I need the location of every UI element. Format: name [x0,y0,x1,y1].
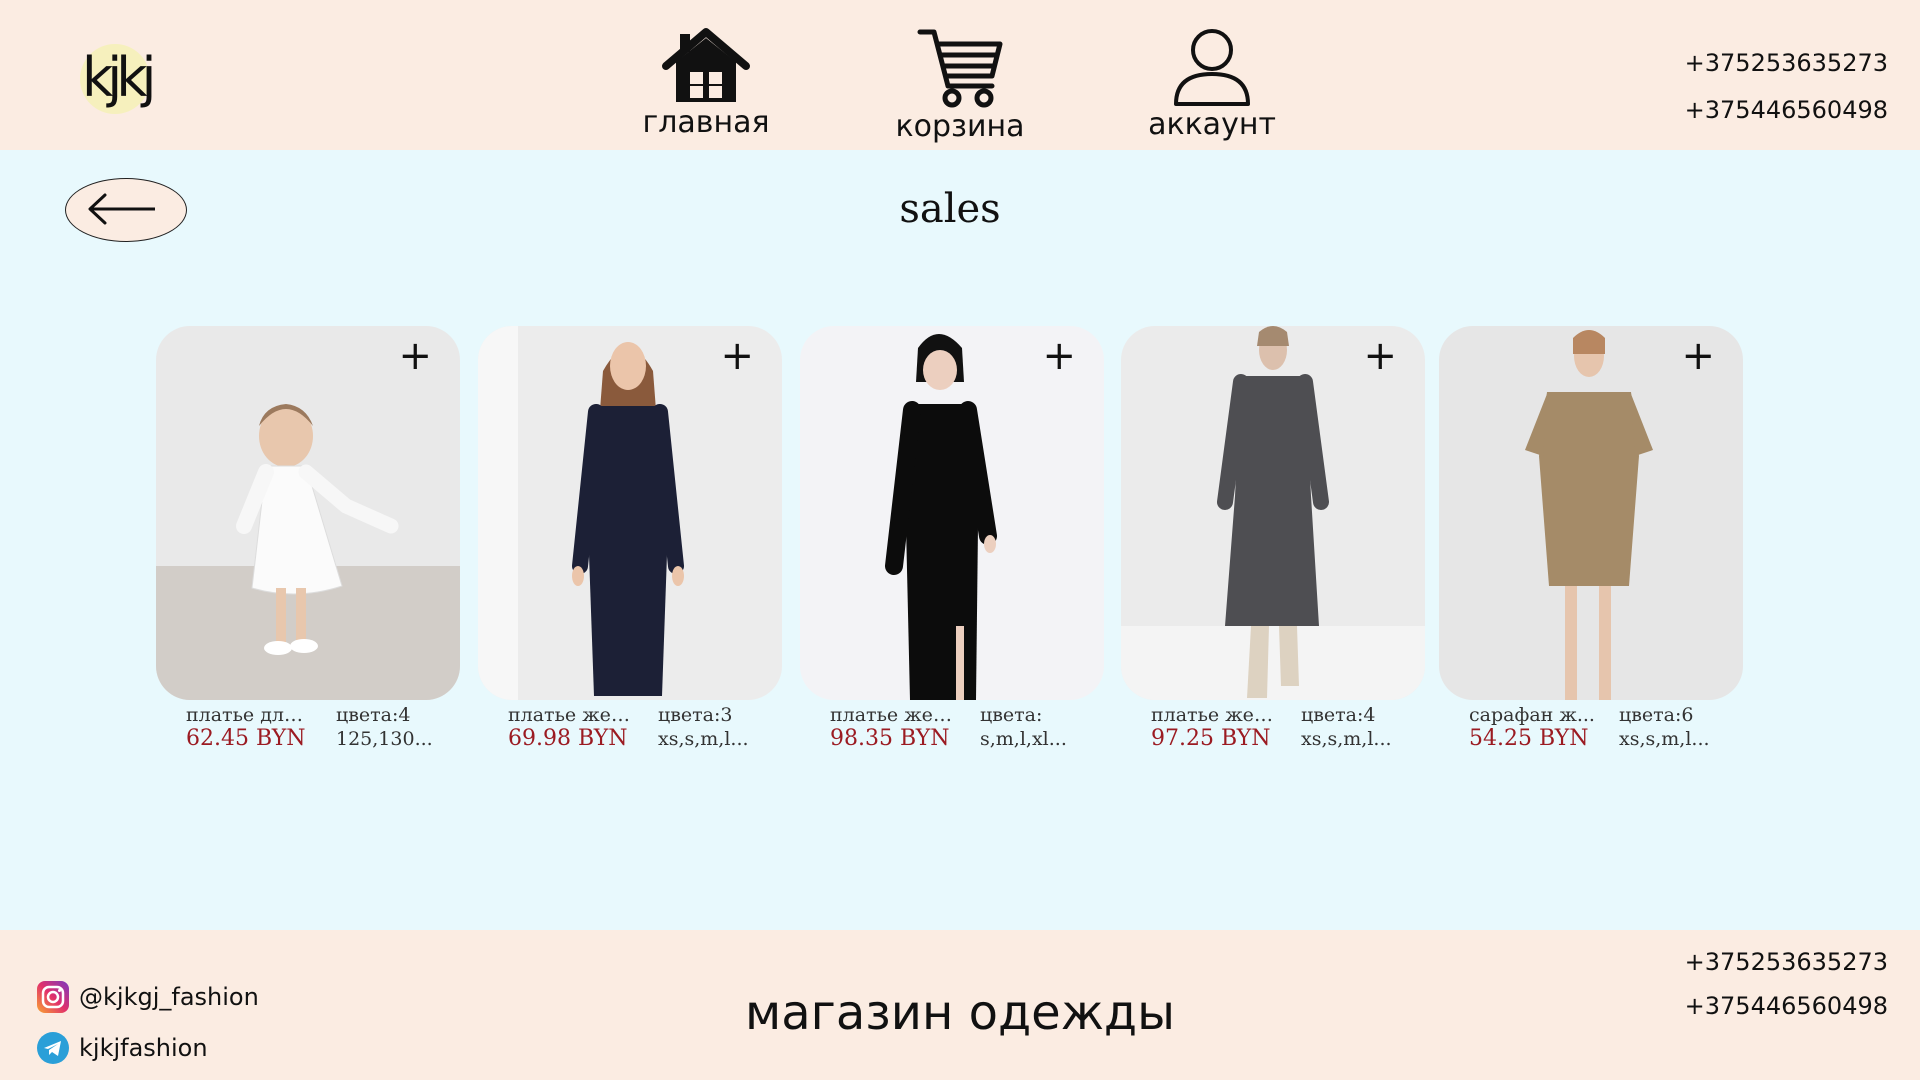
logo-text: kjkj [82,46,157,109]
header-phone-1[interactable]: +375253635273 [1658,40,1888,87]
product-image[interactable] [1439,326,1743,700]
nav-cart-label: корзина [895,109,1025,144]
page-title: sales [899,186,1001,232]
plus-icon[interactable]: + [1681,336,1715,376]
home-icon [662,28,750,102]
instagram-handle: @kjkgj_fashion [79,983,259,1011]
product-colors: цвета: [980,704,1043,726]
product-name: платье жен... [830,704,958,726]
footer: @kjkgj_fashion kjkjfashion магазин одежд… [0,930,1920,1080]
header: kjkj главная корзина аккаунт +3752536352… [0,0,1920,150]
product-price: 97.25 BYN [1151,726,1271,751]
product-name: платье жен... [508,704,636,726]
product-price: 62.45 BYN [186,726,306,751]
product-sizes: xs,s,m,l... [658,728,749,750]
beige-dress-photo [1439,326,1743,700]
plus-icon[interactable]: + [398,336,432,376]
product-colors: цвета:3 [658,704,733,726]
product-name: сарафан ж... [1469,704,1595,726]
grey-knit-dress-photo [1121,326,1425,700]
instagram-link[interactable]: @kjkgj_fashion [36,979,259,1015]
white-child-dress-photo [156,326,460,700]
header-phones: +375253635273 +375446560498 [1658,40,1888,134]
nav-home-label: главная [642,105,770,140]
black-long-dress-photo [800,326,1104,700]
product-image[interactable] [478,326,782,700]
telegram-handle: kjkjfashion [79,1034,208,1062]
telegram-icon [37,1032,69,1064]
telegram-link[interactable]: kjkjfashion [36,1030,208,1066]
cart-icon [917,29,1003,108]
product-image[interactable] [800,326,1104,700]
back-button[interactable] [65,178,187,242]
plus-icon[interactable]: + [1363,336,1397,376]
product-colors: цвета:4 [1301,704,1376,726]
product-price: 54.25 BYN [1469,726,1589,751]
plus-icon[interactable]: + [720,336,754,376]
nav-account-label: аккаунт [1148,107,1276,142]
footer-phone-2[interactable]: +375446560498 [1658,984,1888,1028]
product-price: 98.35 BYN [830,726,950,751]
product-card[interactable]: + платье жен... 69.98 BYN цвета:3 xs,s,m… [478,326,782,756]
product-card[interactable]: + платье для... 62.45 BYN цвета:4 125,13… [156,326,460,756]
product-sizes: xs,s,m,l... [1301,728,1392,750]
arrow-left-icon [88,193,155,225]
product-card[interactable]: + платье жен... 98.35 BYN цвета: s,m,l,x… [800,326,1104,756]
product-image[interactable] [156,326,460,700]
header-phone-2[interactable]: +375446560498 [1658,87,1888,134]
nav-account[interactable]: аккаунт [1127,28,1297,142]
product-image[interactable] [1121,326,1425,700]
footer-phones: +375253635273 +375446560498 [1658,940,1888,1028]
logo[interactable]: kjkj [80,44,157,114]
nav-cart[interactable]: корзина [875,28,1045,144]
product-sizes: 125,130... [336,728,433,750]
footer-title: магазин одежды [744,985,1176,1041]
product-card[interactable]: + сарафан ж... 54.25 BYN цвета:6 xs,s,m,… [1439,326,1743,756]
product-sizes: xs,s,m,l... [1619,728,1710,750]
product-card[interactable]: + платье жен... 97.25 BYN цвета:4 xs,s,m… [1121,326,1425,756]
plus-icon[interactable]: + [1042,336,1076,376]
navy-hooded-dress-photo [478,326,782,700]
product-colors: цвета:6 [1619,704,1694,726]
user-icon [1174,29,1250,106]
footer-phone-1[interactable]: +375253635273 [1658,940,1888,984]
nav-home[interactable]: главная [621,28,791,140]
product-name: платье для... [186,704,314,726]
instagram-icon [37,981,69,1013]
product-name: платье жен... [1151,704,1279,726]
product-colors: цвета:4 [336,704,411,726]
product-sizes: s,m,l,xl... [980,728,1067,750]
product-price: 69.98 BYN [508,726,628,751]
